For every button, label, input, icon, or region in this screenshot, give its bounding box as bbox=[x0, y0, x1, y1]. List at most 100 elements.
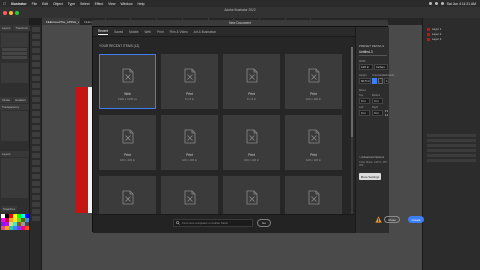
close-window-icon[interactable] bbox=[3, 10, 7, 15]
tool-button[interactable] bbox=[31, 104, 40, 109]
grid-scrollbar[interactable] bbox=[351, 47, 353, 217]
bleed-label: Bleed bbox=[359, 89, 366, 92]
search-icon bbox=[176, 221, 180, 225]
tab-layers-lower[interactable]: Layers bbox=[0, 151, 29, 157]
tool-button[interactable] bbox=[31, 160, 40, 165]
recent-item-card[interactable]: Print100 x 100 in bbox=[223, 115, 280, 170]
document-name-field[interactable]: Untitled-3 bbox=[359, 50, 387, 56]
tool-button[interactable] bbox=[31, 48, 40, 53]
tool-button[interactable] bbox=[31, 188, 40, 193]
app-menu[interactable]: Illustrator bbox=[11, 2, 27, 6]
link-icon[interactable] bbox=[384, 110, 389, 116]
tool-button[interactable] bbox=[31, 146, 40, 151]
portrait-orientation-icon[interactable] bbox=[372, 78, 377, 84]
tool-button[interactable] bbox=[31, 216, 40, 221]
tool-button[interactable] bbox=[31, 55, 40, 60]
recent-item-card[interactable]: Print8 x 8 in bbox=[161, 54, 218, 109]
layer-name: Layer 2 bbox=[432, 32, 442, 36]
menu-object[interactable]: Object bbox=[53, 2, 63, 6]
menu-view[interactable]: View bbox=[108, 2, 115, 6]
menu-file[interactable]: File bbox=[32, 2, 37, 6]
doc-tab[interactable]: FEELGoodThe_APPLE_Logo @ 67 % (CMYK/Prev… bbox=[42, 18, 80, 25]
wifi-icon[interactable] bbox=[434, 2, 438, 5]
go-button[interactable]: Go bbox=[257, 219, 271, 227]
tool-button[interactable] bbox=[31, 132, 40, 137]
color-mode-info: Color Mode: CMYK, PPI: 300 bbox=[359, 161, 388, 167]
tool-button[interactable] bbox=[31, 118, 40, 123]
bleed-right-field[interactable]: 0 in bbox=[372, 110, 383, 116]
clock[interactable]: Sat Jun 4 11:21 AM bbox=[447, 2, 476, 6]
tool-button[interactable] bbox=[31, 27, 40, 32]
tool-button[interactable] bbox=[31, 202, 40, 207]
units-select[interactable]: Inches bbox=[374, 64, 388, 70]
advanced-options-toggle[interactable]: > Advanced Options bbox=[359, 155, 384, 159]
preset-dimensions: 1920 x 1080 px bbox=[117, 97, 138, 101]
menu-edit[interactable]: Edit bbox=[42, 2, 48, 6]
recent-item-card[interactable]: Print100 x 100 in bbox=[99, 115, 156, 170]
scrollbar-thumb[interactable] bbox=[351, 47, 353, 137]
tab-recent[interactable]: Recent bbox=[98, 29, 109, 35]
landscape-orientation-icon[interactable] bbox=[378, 78, 383, 84]
tab-stroke[interactable]: Stroke bbox=[0, 97, 13, 103]
menu-help[interactable]: Help bbox=[138, 2, 145, 6]
recent-item-card[interactable]: Print8 x 8 in bbox=[223, 54, 280, 109]
recent-item-card[interactable]: Print100 x 100 in bbox=[285, 115, 342, 170]
tab-print[interactable]: Print bbox=[157, 30, 164, 34]
tab-layers[interactable]: Layers bbox=[0, 25, 13, 31]
tab-gradient[interactable]: Gradient bbox=[13, 97, 28, 103]
tool-button[interactable] bbox=[31, 174, 40, 179]
preset-dimensions: 8 x 8 in bbox=[246, 97, 257, 101]
bleed-top-field[interactable]: 0 in bbox=[359, 98, 370, 104]
tool-button[interactable] bbox=[31, 125, 40, 130]
height-field[interactable]: 60.5 in bbox=[359, 78, 371, 84]
menu-type[interactable]: Type bbox=[68, 2, 75, 6]
menu-window[interactable]: Window bbox=[120, 2, 132, 6]
create-button[interactable]: Create bbox=[408, 216, 424, 223]
artboards-field[interactable]: 1 bbox=[384, 78, 389, 84]
apple-menu-icon[interactable]:  bbox=[3, 1, 6, 6]
tool-button[interactable] bbox=[31, 83, 40, 88]
tool-button[interactable] bbox=[31, 111, 40, 116]
status-icon[interactable] bbox=[428, 2, 432, 5]
tab-transparency[interactable]: Transparency bbox=[0, 104, 29, 110]
tab-web[interactable]: Web bbox=[145, 30, 152, 34]
recent-item-card[interactable]: Web 1920 x 1080 px bbox=[99, 54, 156, 109]
tool-button[interactable] bbox=[31, 62, 40, 67]
tool-button[interactable] bbox=[31, 209, 40, 214]
minimize-window-icon[interactable] bbox=[9, 10, 13, 15]
tool-button[interactable] bbox=[31, 41, 40, 46]
recent-item-card[interactable]: Print100 x 100 in bbox=[161, 115, 218, 170]
layer-row[interactable]: Layer 3 bbox=[427, 37, 476, 41]
tab-transform[interactable]: Transform bbox=[13, 25, 31, 31]
tool-button[interactable] bbox=[31, 76, 40, 81]
menu-select[interactable]: Select bbox=[80, 2, 89, 6]
tab-film-video[interactable]: Film & Video bbox=[170, 30, 188, 34]
bleed-left-field[interactable]: 0 in bbox=[359, 110, 370, 116]
more-settings-button[interactable]: More Settings bbox=[359, 173, 381, 180]
tab-swatches[interactable]: Swatches bbox=[1, 206, 18, 212]
menu-effect[interactable]: Effect bbox=[95, 2, 104, 6]
tool-button[interactable] bbox=[31, 153, 40, 158]
tool-button[interactable] bbox=[31, 34, 40, 39]
tool-button[interactable] bbox=[31, 90, 40, 95]
tool-button[interactable] bbox=[31, 195, 40, 200]
close-button[interactable]: Close bbox=[384, 216, 400, 223]
tab-mobile[interactable]: Mobile bbox=[129, 30, 138, 34]
preset-dimensions: 8 x 8 in bbox=[184, 97, 195, 101]
recent-item-card[interactable]: Print100 x 100 in bbox=[285, 54, 342, 109]
layer-row[interactable]: Layer 1 bbox=[427, 27, 476, 31]
tab-saved[interactable]: Saved bbox=[114, 30, 123, 34]
bleed-bottom-field[interactable]: 0 in bbox=[372, 98, 383, 104]
tool-button[interactable] bbox=[31, 69, 40, 74]
template-search-input[interactable]: Find more templates on Adobe Stock bbox=[173, 219, 253, 227]
tool-button[interactable] bbox=[31, 181, 40, 186]
tool-button[interactable] bbox=[31, 97, 40, 102]
zoom-window-icon[interactable] bbox=[15, 10, 19, 15]
tool-button[interactable] bbox=[31, 139, 40, 144]
color-swatch[interactable] bbox=[25, 226, 29, 230]
control-center-icon[interactable] bbox=[440, 2, 444, 5]
tool-button[interactable] bbox=[31, 167, 40, 172]
width-field[interactable]: 100 in bbox=[359, 64, 373, 70]
tab-art-illustration[interactable]: Art & Illustration bbox=[194, 30, 217, 34]
layer-row[interactable]: Layer 2 bbox=[427, 32, 476, 36]
